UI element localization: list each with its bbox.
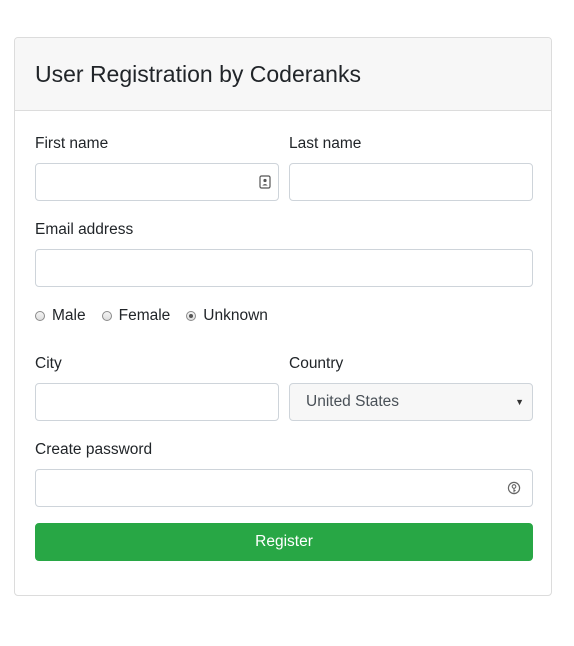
country-select[interactable]: United States ▼ (289, 383, 533, 421)
last-name-input[interactable] (289, 163, 533, 201)
first-name-input[interactable] (35, 163, 279, 201)
country-selected-value: United States (306, 393, 400, 410)
page-title: User Registration by Coderanks (35, 60, 361, 87)
radio-male[interactable] (35, 311, 45, 321)
email-input[interactable] (35, 249, 533, 287)
email-label: Email address (35, 221, 134, 238)
contact-card-icon[interactable] (258, 175, 272, 189)
registration-card: User Registration by Coderanks First nam… (14, 37, 552, 596)
password-key-icon[interactable] (507, 481, 521, 495)
city-label: City (35, 355, 62, 372)
radio-label-female: Female (118, 307, 171, 324)
last-name-label: Last name (289, 135, 362, 152)
gender-option-unknown[interactable]: Unknown (186, 307, 268, 325)
gender-option-female[interactable]: Female (101, 307, 171, 325)
first-name-label: First name (35, 135, 109, 152)
card-header: User Registration by Coderanks (15, 38, 551, 111)
radio-female[interactable] (101, 311, 112, 321)
radio-label-unknown: Unknown (203, 307, 268, 324)
city-input[interactable] (35, 383, 279, 421)
gender-radio-group: Male Female Unknown (35, 307, 284, 325)
gender-option-male[interactable]: Male (35, 307, 86, 325)
register-button[interactable]: Register (35, 523, 533, 561)
dropdown-caret-icon: ▼ (515, 397, 524, 407)
radio-unknown[interactable] (186, 311, 197, 321)
password-input[interactable] (35, 469, 533, 507)
country-label: Country (289, 355, 344, 372)
password-label: Create password (35, 441, 153, 458)
radio-label-male: Male (52, 307, 86, 324)
